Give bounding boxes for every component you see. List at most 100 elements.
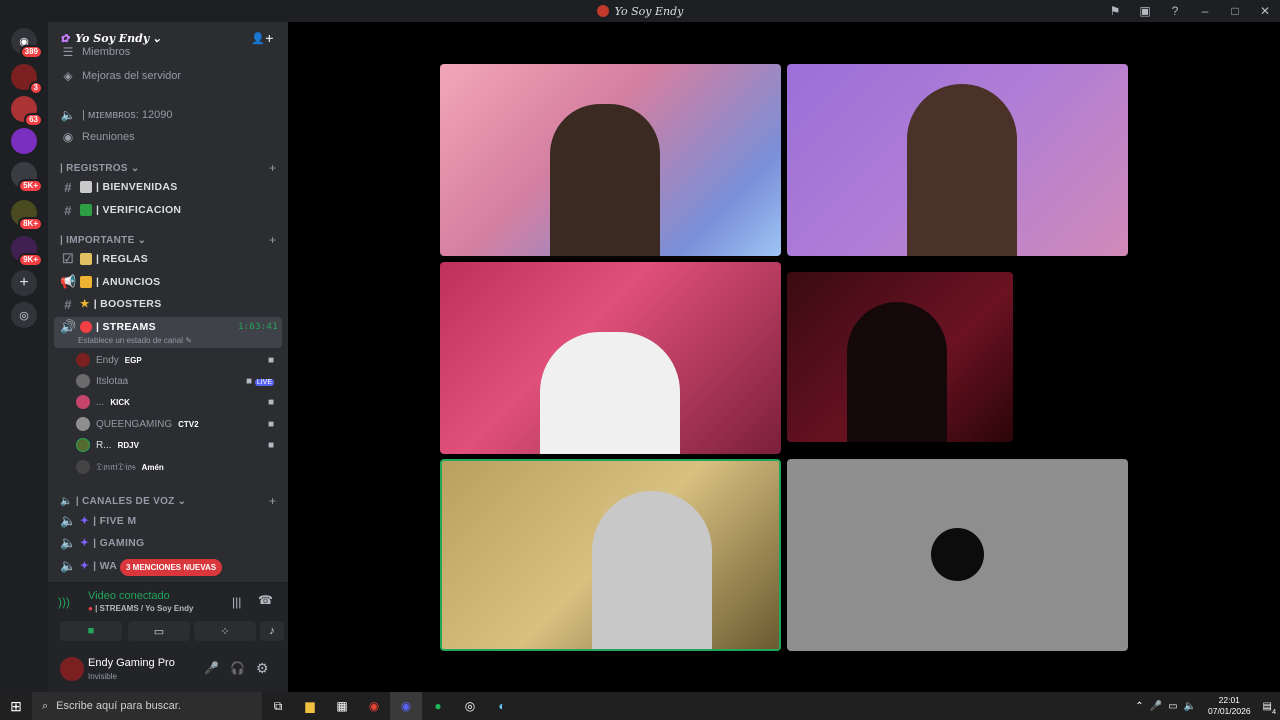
server-folder[interactable]: 9K+ [11, 236, 43, 267]
channel-bienvenidas[interactable]: # | BIENVENIDAS [56, 176, 282, 198]
chevron-up-icon[interactable]: ⌃ [1135, 701, 1143, 712]
window-title: Yo Soy Endy [596, 5, 683, 18]
discord-home-icon[interactable]: ◉ 389 [11, 28, 43, 59]
video-tile-speaking[interactable] [440, 459, 781, 651]
channel-five-m[interactable]: 🔈 ✦ | FIVE M [56, 510, 282, 532]
clock[interactable]: 22:01 07/01/2026 [1208, 695, 1251, 717]
chrome-icon[interactable]: ◉ [358, 692, 390, 720]
mic-icon[interactable]: 🎤 [204, 661, 219, 675]
activities-button[interactable]: ⁘ [194, 621, 256, 641]
voice-user[interactable]: R... RDJV ■ [76, 435, 280, 455]
video-tile[interactable] [787, 272, 1013, 442]
task-view-icon[interactable]: ⧉ [262, 692, 294, 720]
headphones-icon[interactable]: 🎧 [230, 661, 245, 675]
category-importante[interactable]: | IMPORTANTE ⌄ [60, 235, 146, 246]
mic-tray-icon[interactable]: 🎤 [1150, 701, 1162, 712]
phone-hangup-icon[interactable]: ☎ [258, 593, 273, 607]
participant-avatar [931, 528, 984, 581]
server-folder[interactable]: 8K+ [11, 200, 43, 231]
camera-icon: ■ [267, 396, 274, 408]
inbox-icon[interactable]: ▣ [1130, 4, 1160, 18]
channel-status[interactable]: Establece un estado de canal ✎ [78, 336, 192, 345]
minimize-button[interactable]: – [1190, 4, 1220, 18]
envelope-icon [80, 181, 92, 193]
members-count-row[interactable]: 🔈 | ᴍɪᴇᴍʙʀᴏs: 12090 [56, 104, 282, 126]
explore-icon[interactable]: ◎ [11, 302, 37, 328]
participant-video [592, 491, 712, 649]
category-canales-de-voz[interactable]: 🔈 | CANALES DE VOZ ⌄ [60, 496, 186, 507]
channel-reglas[interactable]: ☑ | REGLAS [56, 248, 282, 270]
server-icon[interactable]: 63 [11, 96, 43, 127]
video-stage [288, 22, 1280, 692]
server-icon[interactable] [11, 128, 37, 154]
invite-icon[interactable]: 👤+ [251, 32, 274, 45]
video-tile[interactable] [787, 64, 1128, 256]
soundboard-button[interactable]: ♪ [260, 621, 284, 641]
chevron-down-icon: ⌄ [152, 31, 162, 45]
add-channel-icon[interactable]: + [269, 161, 276, 175]
rules-icon: ☑ [62, 251, 74, 266]
channel-gaming[interactable]: 🔈 ✦ | GAMING [56, 532, 282, 554]
taskbar-search[interactable]: ⌕ Escribe aquí para buscar. [32, 692, 262, 720]
hash-icon: # [64, 179, 72, 195]
add-channel-icon[interactable]: + [269, 233, 276, 247]
notifications-icon[interactable]: ▤ 4 [1263, 701, 1276, 716]
file-explorer-icon[interactable]: ▆ [294, 692, 326, 720]
avatar [76, 417, 90, 431]
network-icon[interactable]: ▭ [1168, 701, 1177, 712]
voice-location[interactable]: ● | STREAMS / Yo Soy Endy [88, 604, 193, 613]
meetings-row[interactable]: ◉ Reuniones [56, 126, 282, 148]
camera-icon: ■ LIVE [245, 375, 274, 387]
members-row-partial[interactable]: ☰ Miembros [56, 46, 282, 58]
channel-verificacion[interactable]: # | VERIFICACION [56, 199, 282, 221]
gear-icon[interactable]: ⚙ [256, 660, 269, 677]
speaker-icon: 🔈 [60, 108, 76, 122]
video-tile-no-camera[interactable] [787, 459, 1128, 651]
screen-share-button[interactable]: ▭ [128, 621, 190, 641]
user-avatar[interactable] [60, 657, 84, 681]
voice-user[interactable]: Itslotaa ■ LIVE [76, 371, 280, 391]
discord-icon[interactable]: ◉ [390, 692, 422, 720]
volume-icon[interactable]: 🔈 [1184, 701, 1196, 712]
obs-icon[interactable]: ◎ [454, 692, 486, 720]
store-icon[interactable]: ▦ [326, 692, 358, 720]
video-tile[interactable] [440, 64, 781, 256]
video-tile[interactable] [440, 262, 781, 454]
server-folder[interactable]: 5K+ [11, 162, 43, 193]
voice-status[interactable]: Video conectado [88, 590, 170, 602]
user-name[interactable]: Endy Gaming Pro [88, 657, 175, 669]
help-icon[interactable]: ? [1160, 4, 1190, 18]
user-panel: Endy Gaming Pro Invisible 🎤 🎧 ⚙ [48, 648, 288, 692]
inbox-flag-icon[interactable]: ⚑ [1100, 4, 1130, 18]
maximize-button[interactable]: □ [1220, 4, 1250, 18]
speaker-icon: 🔊 [60, 319, 77, 334]
channel-boosters[interactable]: # ★ | BOOSTERS [56, 293, 282, 315]
voice-user[interactable]: QUEENGAMING CTV2 ■ [76, 414, 280, 434]
signal-icon[interactable]: ))) [58, 595, 70, 609]
hash-icon: # [64, 202, 72, 218]
voice-connection-panel: ))) Video conectado ● | STREAMS / Yo Soy… [48, 582, 288, 648]
add-channel-icon[interactable]: + [269, 494, 276, 508]
spotify-icon[interactable]: ● [422, 692, 454, 720]
server-icon[interactable]: 3 [11, 64, 43, 95]
system-tray: ⌃ 🎤 ▭ 🔈 22:01 07/01/2026 ▤ 4 [1135, 692, 1280, 720]
speaker-icon: 🔈 [60, 513, 77, 528]
stream-timer: 1:63:41 [237, 322, 278, 332]
new-mentions-pill[interactable]: 3 MENCIONES NUEVAS [120, 559, 223, 576]
camera-button[interactable]: ■ [60, 621, 122, 641]
search-icon: ⌕ [42, 699, 49, 712]
add-server-icon[interactable]: + [11, 270, 37, 296]
server-emblem-icon: ✿ [60, 31, 70, 45]
voice-user[interactable]: Endy EGP ■ [76, 350, 280, 370]
voice-user[interactable]: 𝔇𝔬𝔪𝔦𝔇𝔦𝔬𝔰 Amén [76, 457, 280, 477]
category-registros[interactable]: | REGISTROS ⌄ [60, 163, 140, 174]
server-boosts-row[interactable]: ◈ Mejoras del servidor [56, 65, 282, 87]
windows-start-icon[interactable]: ⊞ [0, 692, 32, 720]
close-button[interactable]: ✕ [1250, 4, 1280, 18]
channel-anuncios[interactable]: 📢 | ANUNCIOS [56, 271, 282, 293]
noise-suppression-icon[interactable]: ||| [232, 595, 241, 609]
voice-user[interactable]: ... KICK ■ [76, 392, 280, 412]
camera-icon: ■ [267, 439, 274, 451]
steam-icon[interactable]: ◐ [486, 692, 518, 720]
channel-streams[interactable]: 🔊 | STREAMS 1:63:41 [56, 316, 282, 338]
